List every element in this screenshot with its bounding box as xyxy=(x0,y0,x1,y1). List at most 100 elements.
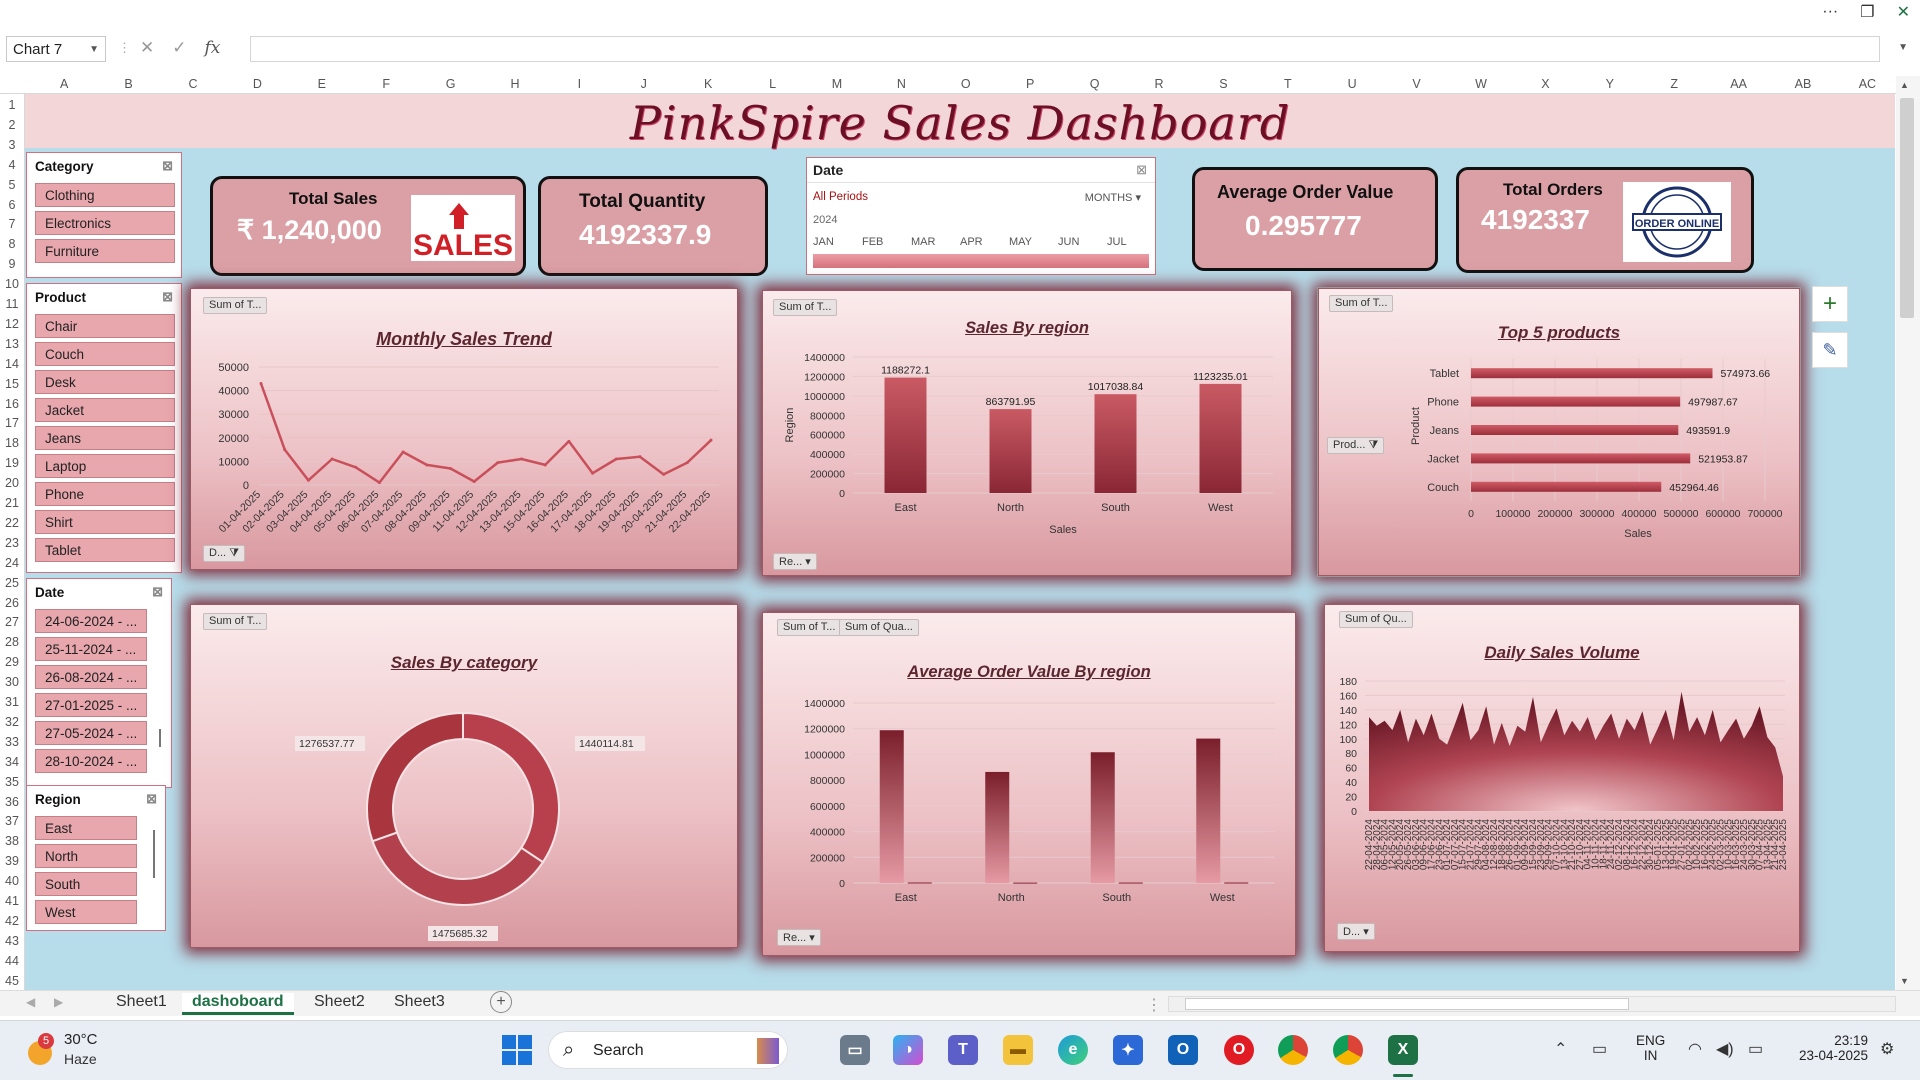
slicer-product[interactable]: Product ⊠ Chair Couch Desk Jacket Jeans L… xyxy=(26,283,182,573)
scrollbar-thumb[interactable] xyxy=(1185,998,1629,1010)
slicer-item-chair[interactable]: Chair xyxy=(35,314,175,338)
column-header[interactable]: N xyxy=(869,77,933,91)
field-button[interactable]: Sum of T... xyxy=(203,613,268,630)
column-header[interactable]: P xyxy=(998,77,1062,91)
column-header[interactable]: A xyxy=(32,77,96,91)
timeline-month[interactable]: APR xyxy=(960,236,983,248)
slicer-item-clothing[interactable]: Clothing xyxy=(35,183,175,207)
row-header[interactable]: 39 xyxy=(0,854,24,868)
timeline-level[interactable]: MONTHS ▾ xyxy=(1085,191,1141,204)
field-button[interactable]: Sum of T... xyxy=(777,619,842,636)
timeline-month[interactable]: MAR xyxy=(911,236,935,248)
row-header[interactable]: 8 xyxy=(0,237,24,251)
sheet-tab[interactable]: Sheet3 xyxy=(384,993,455,1015)
chart-monthly-sales-trend[interactable]: Sum of T... Monthly Sales Trend 0 10000 20… xyxy=(190,288,738,570)
chart-top-5-products[interactable]: Sum of T... Top 5 products 0 100000 200000… xyxy=(1317,287,1801,577)
date-filter-button[interactable]: D... ▾ xyxy=(1337,923,1375,940)
copilot-icon[interactable]: ◑ xyxy=(893,1035,923,1065)
column-header[interactable]: D xyxy=(225,77,289,91)
field-button[interactable]: Sum of T... xyxy=(203,297,268,314)
vertical-scrollbar[interactable]: ▲ ▼ xyxy=(1896,76,1920,990)
row-header[interactable]: 37 xyxy=(0,814,24,828)
timeline-month[interactable]: JAN xyxy=(813,236,834,248)
kpi-total-orders[interactable]: Total Orders 4192337 ORDER ONLINE xyxy=(1456,167,1754,273)
chrome-icon[interactable] xyxy=(1278,1035,1308,1065)
notifications-icon[interactable]: ⚙ xyxy=(1880,1039,1894,1059)
row-header[interactable]: 20 xyxy=(0,476,24,490)
row-header[interactable]: 15 xyxy=(0,377,24,391)
row-header[interactable]: 43 xyxy=(0,934,24,948)
chart-sales-by-category[interactable]: Sum of T... Sales By category 1440114.81… xyxy=(190,604,738,948)
column-header[interactable]: AA xyxy=(1706,77,1770,91)
slicer-item-couch[interactable]: Couch xyxy=(35,342,175,366)
windows-start-icon[interactable] xyxy=(502,1035,532,1065)
column-header[interactable]: X xyxy=(1513,77,1577,91)
slicer-item-furniture[interactable]: Furniture xyxy=(35,239,175,263)
row-header[interactable]: 3 xyxy=(0,138,24,152)
column-header[interactable]: U xyxy=(1320,77,1384,91)
column-header[interactable]: AB xyxy=(1771,77,1835,91)
chart-sales-by-region[interactable]: Sum of T... Sales By region 0 200000 40000… xyxy=(762,290,1292,576)
sheet-tab[interactable]: Sheet2 xyxy=(304,993,375,1015)
row-header[interactable]: 14 xyxy=(0,357,24,371)
column-header[interactable]: Y xyxy=(1578,77,1642,91)
row-header[interactable]: 22 xyxy=(0,516,24,530)
kpi-total-quantity[interactable]: Total Quantity 4192337.9 xyxy=(538,176,768,276)
row-header[interactable]: 30 xyxy=(0,675,24,689)
slicer-item-west[interactable]: West xyxy=(35,900,137,924)
battery-icon[interactable]: ▭ xyxy=(1748,1039,1763,1059)
column-header[interactable]: K xyxy=(676,77,740,91)
slicer-item-north[interactable]: North xyxy=(35,844,137,868)
scroll-down-icon[interactable]: ▼ xyxy=(1900,976,1909,986)
sheet-tab-active[interactable]: dashoboard xyxy=(182,993,294,1015)
field-button[interactable]: Sum of Qua... xyxy=(839,619,919,636)
product-filter-button[interactable]: Prod... ⧩ xyxy=(1327,437,1385,454)
teams-icon[interactable]: T xyxy=(948,1035,978,1065)
tab-splitter-icon[interactable]: ⋮ xyxy=(1146,995,1162,1015)
taskbar-search[interactable]: ⌕ Search xyxy=(548,1031,788,1069)
row-header[interactable]: 33 xyxy=(0,735,24,749)
enter-icon[interactable]: ✓ xyxy=(172,38,186,58)
row-header[interactable]: 27 xyxy=(0,615,24,629)
slicer-item-date[interactable]: 27-01-2025 - ... xyxy=(35,693,147,717)
row-header[interactable]: 12 xyxy=(0,317,24,331)
row-header[interactable]: 29 xyxy=(0,655,24,669)
region-filter-button[interactable]: Re... ▾ xyxy=(773,553,817,570)
column-header[interactable]: V xyxy=(1384,77,1448,91)
show-hidden-icons-icon[interactable]: ⌃ xyxy=(1554,1039,1567,1059)
row-header[interactable]: 9 xyxy=(0,257,24,271)
field-button[interactable]: Sum of T... xyxy=(773,299,838,316)
column-header[interactable]: Q xyxy=(1062,77,1126,91)
weather-widget[interactable]: 5 xyxy=(22,1033,56,1067)
row-header[interactable]: 19 xyxy=(0,456,24,470)
chart-average-order-value-by-region[interactable]: Sum of T... Sum of Qua... Average Order … xyxy=(762,612,1296,956)
slicer-item-tablet[interactable]: Tablet xyxy=(35,538,175,562)
prev-sheet-icon[interactable]: ◀ xyxy=(26,995,35,1009)
task-view-icon[interactable]: ▭ xyxy=(840,1035,870,1065)
slicer-item-shirt[interactable]: Shirt xyxy=(35,510,175,534)
formula-input[interactable] xyxy=(250,36,1880,62)
slicer-item-east[interactable]: East xyxy=(35,816,137,840)
region-filter-button[interactable]: Re... ▾ xyxy=(777,929,821,946)
column-header[interactable]: W xyxy=(1449,77,1513,91)
clear-filter-icon[interactable]: ⊠ xyxy=(146,791,157,807)
row-header[interactable]: 11 xyxy=(0,297,24,311)
wifi-icon[interactable]: ◠ xyxy=(1688,1039,1702,1059)
column-header[interactable]: L xyxy=(740,77,804,91)
column-header[interactable]: E xyxy=(290,77,354,91)
row-header[interactable]: 13 xyxy=(0,337,24,351)
column-header[interactable]: R xyxy=(1127,77,1191,91)
opera-icon[interactable]: O xyxy=(1224,1035,1254,1065)
row-header[interactable]: 32 xyxy=(0,715,24,729)
chevron-down-icon[interactable]: ▼ xyxy=(89,44,99,55)
row-header[interactable]: 21 xyxy=(0,496,24,510)
column-header[interactable]: H xyxy=(483,77,547,91)
slicer-item-phone[interactable]: Phone xyxy=(35,482,175,506)
row-header[interactable]: 5 xyxy=(0,178,24,192)
excel-icon[interactable]: X xyxy=(1388,1035,1418,1065)
slicer-category[interactable]: Category ⊠ Clothing Electronics Furniture xyxy=(26,152,182,278)
expand-formula-icon[interactable]: ▼ xyxy=(1898,42,1908,53)
row-header[interactable]: 41 xyxy=(0,894,24,908)
row-header[interactable]: 25 xyxy=(0,576,24,590)
row-header[interactable]: 10 xyxy=(0,277,24,291)
